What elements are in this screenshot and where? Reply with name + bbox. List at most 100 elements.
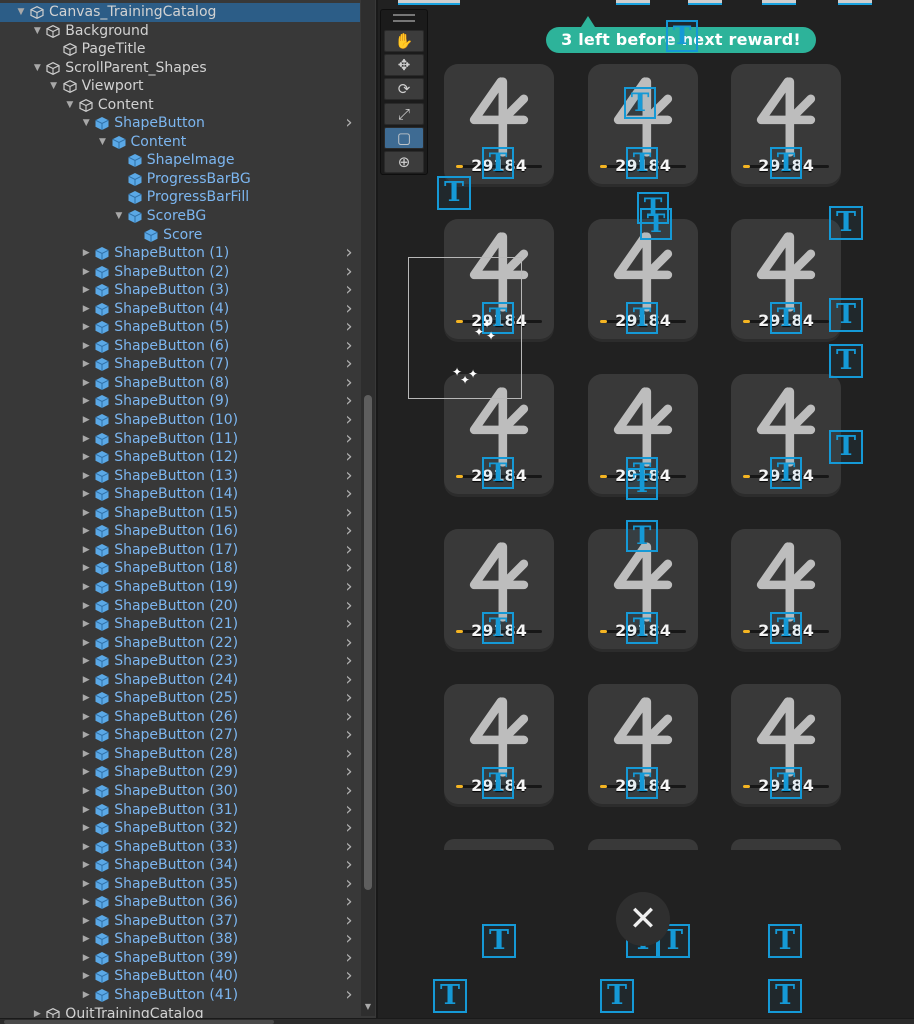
open-prefab-chevron-icon[interactable]: ›: [342, 652, 356, 671]
collapse-arrow-icon[interactable]: ▶: [80, 652, 92, 671]
text-gizmo-icon[interactable]: T: [482, 457, 514, 489]
collapse-arrow-icon[interactable]: ▶: [80, 801, 92, 820]
collapse-arrow-icon[interactable]: ▶: [80, 504, 92, 523]
collapse-arrow-icon[interactable]: ▶: [80, 986, 92, 1005]
hierarchy-row[interactable]: ▶ ShapeButton (11) ›: [0, 429, 360, 449]
transform-tool-button[interactable]: ⊕: [384, 151, 424, 173]
hierarchy-row[interactable]: ▼ ShapeButton ›: [0, 114, 360, 133]
hierarchy-row[interactable]: ▶ ShapeButton (7) ›: [0, 355, 360, 374]
text-gizmo-icon[interactable]: T: [640, 208, 672, 240]
collapse-arrow-icon[interactable]: ▶: [80, 782, 92, 801]
hierarchy-row[interactable]: ▶ ShapeButton (8) ›: [0, 373, 360, 393]
collapse-arrow-icon[interactable]: ▶: [80, 392, 92, 411]
hierarchy-row[interactable]: ▶ ShapeButton (24) ›: [0, 670, 360, 690]
open-prefab-chevron-icon[interactable]: ›: [342, 577, 356, 597]
hierarchy-row[interactable]: ▶ ShapeButton (22) ›: [0, 633, 360, 653]
text-gizmo-icon[interactable]: T: [666, 20, 698, 52]
open-prefab-chevron-icon[interactable]: ›: [342, 448, 356, 467]
expand-arrow-icon[interactable]: ▼: [80, 114, 92, 133]
open-prefab-chevron-icon[interactable]: ›: [342, 781, 356, 801]
hierarchy-row[interactable]: ▶ ShapeButton (16) ›: [0, 522, 360, 541]
hierarchy-row[interactable]: ▶ ShapeButton (33) ›: [0, 837, 360, 857]
collapse-arrow-icon[interactable]: ▶: [80, 522, 92, 541]
expand-arrow-icon[interactable]: ▼: [64, 96, 76, 115]
hierarchy-scrollbar-thumb[interactable]: [364, 395, 372, 890]
hierarchy-row[interactable]: ▶ ShapeButton (41) ›: [0, 985, 360, 1005]
expand-arrow-icon[interactable]: ▼: [31, 22, 43, 41]
hierarchy-row[interactable]: ▶ ShapeButton (32) ›: [0, 819, 360, 838]
horizontal-scrollbar[interactable]: [0, 1018, 914, 1024]
collapse-arrow-icon[interactable]: ▶: [80, 708, 92, 727]
open-prefab-chevron-icon[interactable]: ›: [342, 893, 356, 912]
rect-tool-button[interactable]: ▢: [384, 126, 424, 149]
collapse-arrow-icon[interactable]: ▶: [80, 763, 92, 782]
scale-tool-button[interactable]: ⤢: [384, 102, 424, 125]
shape-button[interactable]: [731, 839, 841, 850]
hierarchy-row[interactable]: ▼ ScrollParent_Shapes: [0, 59, 360, 78]
collapse-arrow-icon[interactable]: ▶: [80, 244, 92, 263]
horizontal-scrollbar-thumb[interactable]: [4, 1020, 274, 1024]
hierarchy-row[interactable]: ▼ ScoreBG: [0, 207, 360, 226]
collapse-arrow-icon[interactable]: ▶: [80, 819, 92, 838]
collapse-arrow-icon[interactable]: ▶: [80, 597, 92, 616]
hierarchy-row[interactable]: ▶ ShapeButton (34) ›: [0, 856, 360, 875]
open-prefab-chevron-icon[interactable]: ›: [342, 614, 356, 634]
collapse-arrow-icon[interactable]: ▶: [80, 300, 92, 319]
text-gizmo-icon[interactable]: T: [829, 298, 863, 332]
hierarchy-row[interactable]: ▶ ShapeButton (5) ›: [0, 318, 360, 337]
text-gizmo-icon[interactable]: T: [829, 344, 863, 378]
hierarchy-row[interactable]: ▶ ShapeButton (1) ›: [0, 244, 360, 263]
hierarchy-row[interactable]: ▶ ShapeButton (3) ›: [0, 281, 360, 300]
hierarchy-row[interactable]: ▶ ShapeButton (40) ›: [0, 967, 360, 986]
hierarchy-row[interactable]: ▶ ShapeButton (36) ›: [0, 893, 360, 912]
collapse-arrow-icon[interactable]: ▶: [80, 281, 92, 300]
text-gizmo-icon[interactable]: T: [626, 468, 658, 500]
open-prefab-chevron-icon[interactable]: ›: [342, 689, 356, 708]
text-gizmo-icon[interactable]: T: [482, 147, 514, 179]
hierarchy-row[interactable]: ▼ Content: [0, 133, 360, 152]
text-gizmo-icon[interactable]: T: [600, 979, 634, 1013]
text-gizmo-icon[interactable]: T: [768, 924, 802, 958]
collapse-arrow-icon[interactable]: ▶: [80, 541, 92, 560]
hierarchy-row[interactable]: ProgressBarBG: [0, 170, 360, 189]
hierarchy-row[interactable]: ▼ Canvas_TrainingCatalog: [0, 3, 360, 22]
hierarchy-row[interactable]: ▶ ShapeButton (20) ›: [0, 596, 360, 616]
text-gizmo-icon[interactable]: T: [829, 430, 863, 464]
hierarchy-row[interactable]: ▶ ShapeButton (30) ›: [0, 781, 360, 801]
collapse-arrow-icon[interactable]: ▶: [80, 838, 92, 857]
open-prefab-chevron-icon[interactable]: ›: [342, 410, 356, 430]
expand-arrow-icon[interactable]: ▼: [113, 207, 125, 226]
collapse-arrow-icon[interactable]: ▶: [80, 671, 92, 690]
collapse-arrow-icon[interactable]: ▶: [80, 634, 92, 653]
hierarchy-row[interactable]: ▼ Content: [0, 96, 360, 115]
collapse-arrow-icon[interactable]: ▶: [80, 337, 92, 356]
hierarchy-row[interactable]: ▶ ShapeButton (28) ›: [0, 744, 360, 764]
hierarchy-row[interactable]: ▶ ShapeButton (4) ›: [0, 299, 360, 319]
text-gizmo-icon[interactable]: T: [829, 206, 863, 240]
text-gizmo-icon[interactable]: T: [626, 612, 658, 644]
text-gizmo-icon[interactable]: T: [626, 520, 658, 552]
collapse-arrow-icon[interactable]: ▶: [80, 856, 92, 875]
collapse-arrow-icon[interactable]: ▶: [80, 578, 92, 597]
collapse-arrow-icon[interactable]: ▶: [80, 263, 92, 282]
text-gizmo-icon[interactable]: T: [770, 147, 802, 179]
hierarchy-row[interactable]: ▶ ShapeButton (15) ›: [0, 503, 360, 523]
hierarchy-row[interactable]: ▶ ShapeButton (21) ›: [0, 614, 360, 634]
hierarchy-row[interactable]: ▶ ShapeButton (29) ›: [0, 763, 360, 782]
hierarchy-row[interactable]: ▶ ShapeButton (2) ›: [0, 262, 360, 282]
collapse-arrow-icon[interactable]: ▶: [80, 689, 92, 708]
hierarchy-row[interactable]: ▶ ShapeButton (26) ›: [0, 707, 360, 727]
hierarchy-row[interactable]: ▶ ShapeButton (38) ›: [0, 930, 360, 949]
collapse-arrow-icon[interactable]: ▶: [80, 893, 92, 912]
hierarchy-row[interactable]: PageTitle: [0, 40, 360, 59]
open-prefab-chevron-icon[interactable]: ›: [342, 114, 356, 133]
hierarchy-row[interactable]: ▶ ShapeButton (9) ›: [0, 392, 360, 411]
hierarchy-row[interactable]: ▶ ShapeButton (23) ›: [0, 652, 360, 671]
collapse-arrow-icon[interactable]: ▶: [80, 726, 92, 745]
text-gizmo-icon[interactable]: T: [482, 612, 514, 644]
hierarchy-row[interactable]: ▶ ShapeButton (19) ›: [0, 577, 360, 597]
hierarchy-row[interactable]: ▶ ShapeButton (10) ›: [0, 410, 360, 430]
hierarchy-row[interactable]: ▶ ShapeButton (17) ›: [0, 540, 360, 560]
expand-arrow-icon[interactable]: ▼: [15, 3, 27, 22]
scroll-down-arrow-icon[interactable]: ▼: [363, 1002, 373, 1011]
